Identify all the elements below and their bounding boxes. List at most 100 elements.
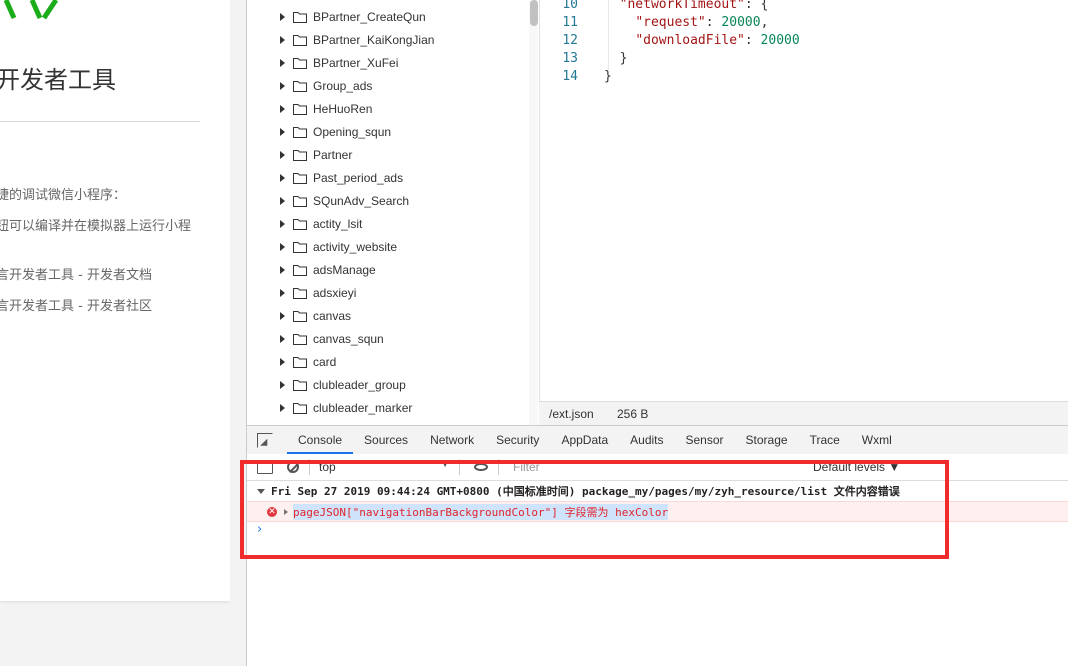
folder-label: BPartner_KaiKongJian: [313, 32, 435, 47]
welcome-line: 捷的调试微信小程序：: [0, 188, 127, 203]
folder-item[interactable]: adsManage: [247, 258, 376, 281]
folder-icon: [293, 264, 307, 276]
folder-label: HeHuoRen: [313, 101, 373, 116]
sidebar-toggle-icon[interactable]: [257, 460, 273, 474]
expand-arrow-icon[interactable]: [280, 12, 285, 21]
editor-status-bar: /ext.json 256 B: [539, 401, 1068, 426]
json-key: "downloadFile": [635, 33, 745, 48]
folder-label: BPartner_CreateQun: [313, 9, 426, 24]
folder-item[interactable]: card: [247, 350, 336, 373]
folder-item[interactable]: actity_lsit: [247, 212, 362, 235]
code-line: 12 "downloadFile": 20000: [540, 32, 800, 50]
tab-console[interactable]: Console: [287, 426, 354, 454]
console-filter-input[interactable]: Filter: [513, 460, 813, 474]
folder-item[interactable]: SQunAdv_Search: [247, 189, 409, 212]
json-number: 20000: [760, 33, 800, 48]
folder-icon: [293, 80, 307, 92]
folder-item[interactable]: BPartner_KaiKongJian: [247, 28, 434, 51]
folder-item[interactable]: BPartner_CreateQun: [247, 5, 426, 28]
tab-wxml[interactable]: Wxml: [851, 426, 903, 454]
panel-gap: [230, 0, 246, 666]
expand-arrow-icon[interactable]: [280, 334, 285, 343]
docs-link[interactable]: 言开发者工具 - 开发者文档: [0, 264, 152, 283]
file-tree-scrollbar-thumb[interactable]: [530, 0, 538, 26]
tab-storage[interactable]: Storage: [735, 426, 799, 454]
expand-arrow-icon[interactable]: [280, 219, 285, 228]
community-link[interactable]: 言开发者工具 - 开发者社区: [0, 295, 152, 314]
expand-arrow-icon[interactable]: [280, 81, 285, 90]
expand-arrow-icon[interactable]: [280, 196, 285, 205]
expand-arrow-icon[interactable]: [280, 35, 285, 44]
folder-icon: [293, 149, 307, 161]
code-punct: }: [619, 51, 628, 66]
folder-item[interactable]: canvas: [247, 304, 351, 327]
expand-arrow-icon[interactable]: [280, 288, 285, 297]
folder-label: Past_period_ads: [313, 170, 404, 185]
log-levels-dropdown[interactable]: Default levels ▼: [813, 460, 900, 474]
folder-label: clubleader_marker: [313, 400, 413, 415]
folder-item[interactable]: HeHuoRen: [247, 97, 372, 120]
tab-security[interactable]: Security: [485, 426, 550, 454]
expand-arrow-icon[interactable]: [280, 403, 285, 412]
expand-arrow-icon[interactable]: [280, 58, 285, 67]
json-number: 20000: [721, 15, 761, 30]
folder-icon: [293, 103, 307, 115]
folder-item[interactable]: BPartner_XuFei: [247, 51, 398, 74]
expand-triangle-icon[interactable]: [284, 508, 288, 515]
file-tree-scrollbar-track[interactable]: [529, 0, 538, 425]
folder-item[interactable]: clubleader_marker: [247, 396, 412, 419]
folder-item[interactable]: adsxieyi: [247, 281, 356, 304]
folder-item[interactable]: Opening_squn: [247, 120, 391, 143]
folder-item[interactable]: canvas_squn: [247, 327, 384, 350]
tab-sources[interactable]: Sources: [353, 426, 419, 454]
tab-trace[interactable]: Trace: [799, 426, 851, 454]
expand-arrow-icon[interactable]: [280, 173, 285, 182]
folder-icon: [293, 356, 307, 368]
tab-audits[interactable]: Audits: [619, 426, 674, 454]
folder-item[interactable]: activity_website: [247, 235, 397, 258]
folder-label: canvas: [313, 308, 352, 323]
live-expression-eye-icon[interactable]: [474, 463, 488, 471]
expand-arrow-icon[interactable]: [280, 127, 285, 136]
line-number: 12: [562, 33, 578, 48]
folder-item[interactable]: clubleader_group: [247, 373, 406, 396]
group-header-text: Fri Sep 27 2019 09:44:24 GMT+0800 (中国标准时…: [271, 485, 900, 498]
folder-label: adsManage: [313, 262, 376, 277]
clear-console-icon[interactable]: [287, 461, 299, 473]
folder-icon: [293, 287, 307, 299]
tab-network[interactable]: Network: [419, 426, 485, 454]
folder-icon: [293, 11, 307, 23]
code-line: 11 "request": 20000,: [540, 14, 768, 32]
expand-arrow-icon[interactable]: [280, 104, 285, 113]
code-editor[interactable]: 10 "networkTimeout": {11 "request": 2000…: [539, 0, 1068, 401]
tab-appdata[interactable]: AppData: [550, 426, 619, 454]
folder-item[interactable]: Partner: [247, 143, 352, 166]
folder-item[interactable]: Group_ads: [247, 74, 372, 97]
folder-icon: [293, 379, 307, 391]
line-number: 11: [562, 15, 578, 30]
folder-item[interactable]: Past_period_ads: [247, 166, 403, 189]
expand-triangle-icon[interactable]: [257, 488, 265, 494]
expand-arrow-icon[interactable]: [280, 311, 285, 320]
json-key: "networkTimeout": [619, 0, 745, 12]
folder-label: Opening_squn: [313, 124, 392, 139]
context-selector[interactable]: top ▼: [319, 460, 449, 474]
folder-label: SQunAdv_Search: [313, 193, 410, 208]
folder-icon: [293, 34, 307, 46]
code-punct: }: [604, 69, 612, 84]
expand-arrow-icon[interactable]: [280, 242, 285, 251]
expand-arrow-icon[interactable]: [280, 265, 285, 274]
chevron-down-icon: ▼: [441, 460, 449, 469]
folder-label: Group_ads: [313, 78, 373, 93]
console-prompt[interactable]: ›: [257, 522, 262, 537]
console-group-header[interactable]: Fri Sep 27 2019 09:44:24 GMT+0800 (中国标准时…: [247, 481, 1068, 502]
console-toolbar: top ▼ Filter Default levels ▼: [247, 454, 1068, 481]
expand-arrow-icon[interactable]: [280, 380, 285, 389]
tab-sensor[interactable]: Sensor: [675, 426, 735, 454]
console-error-message[interactable]: ✕ pageJSON["navigationBarBackgroundColor…: [247, 501, 1068, 522]
context-value: top: [319, 460, 336, 474]
inspect-element-icon[interactable]: [257, 432, 273, 448]
expand-arrow-icon[interactable]: [280, 150, 285, 159]
expand-arrow-icon[interactable]: [280, 357, 285, 366]
